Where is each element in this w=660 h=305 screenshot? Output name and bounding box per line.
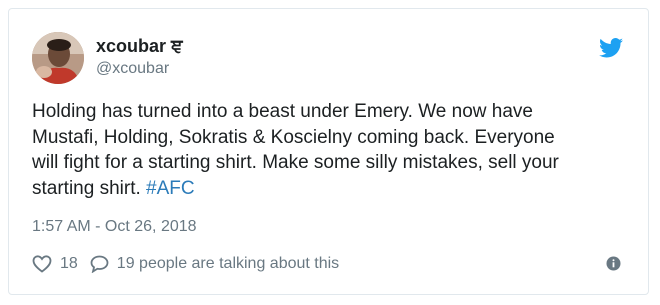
display-name[interactable]: xcoubar ਞ: [96, 36, 183, 57]
speech-bubble-icon[interactable]: [90, 255, 109, 273]
hashtag-link[interactable]: #AFC: [146, 178, 195, 199]
tweet-text-line: Mustafi, Holding, Sokratis & Koscielny c…: [32, 126, 555, 148]
tweet-text-line: Holding has turned into a beast under Em…: [32, 101, 533, 122]
tweet-actions: 18 19 people are talking about this: [32, 253, 339, 275]
user-handle[interactable]: @xcoubar: [96, 60, 169, 78]
talking-about-link[interactable]: 19 people are talking about this: [117, 255, 339, 273]
twitter-bird-icon[interactable]: [599, 38, 623, 58]
timestamp[interactable]: 1:57 AM - Oct 26, 2018: [32, 218, 197, 236]
avatar-photo: [32, 32, 84, 84]
tweet-text-line: starting shirt.: [32, 177, 147, 199]
info-icon[interactable]: [606, 256, 621, 271]
like-count[interactable]: 18: [60, 255, 78, 273]
tweet-text: Holding has turned into a beast under Em…: [32, 99, 632, 201]
tweet-text-line: will fight for a starting shirt. Make so…: [32, 152, 559, 173]
heart-icon[interactable]: [32, 255, 52, 273]
tweet-text-line-last: starting shirt. #AFC: [32, 176, 632, 202]
avatar[interactable]: [32, 32, 84, 84]
